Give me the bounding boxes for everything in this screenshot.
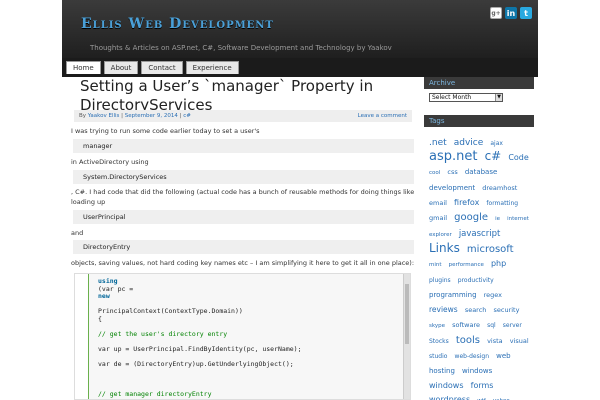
tag-link[interactable]: ie bbox=[495, 216, 500, 222]
scrollbar-thumb[interactable] bbox=[405, 284, 409, 344]
chevron-down-icon: ▼ bbox=[495, 94, 502, 101]
tag-link[interactable]: development bbox=[429, 184, 475, 192]
tag-link[interactable]: studio bbox=[429, 353, 447, 360]
nav-tab-contact[interactable]: Contact bbox=[141, 61, 183, 74]
tag-link[interactable]: programming bbox=[429, 291, 477, 299]
tag-link[interactable]: dreamhost bbox=[482, 184, 517, 192]
tag-link[interactable]: c# bbox=[485, 149, 502, 163]
tag-link[interactable]: web-design bbox=[455, 353, 489, 360]
nav-tab-about[interactable]: About bbox=[103, 61, 139, 74]
tag-link[interactable]: formatting bbox=[486, 200, 518, 207]
meta-by: By bbox=[79, 113, 87, 119]
tag-link[interactable]: firefox bbox=[454, 198, 479, 207]
tag-link[interactable]: Stocks bbox=[429, 338, 449, 345]
tag-link[interactable]: productivity bbox=[458, 277, 494, 284]
code-line: var de = (DirectoryEntry)up.GetUnderlyin… bbox=[98, 359, 294, 368]
tag-link[interactable]: vista bbox=[487, 337, 503, 345]
date-link[interactable]: September 9, 2014 bbox=[125, 110, 178, 122]
author-link[interactable]: Yaakov Ellis bbox=[88, 110, 120, 122]
tag-link[interactable]: mint bbox=[429, 262, 442, 268]
tag-link[interactable]: skype bbox=[429, 323, 445, 329]
inline-code: manager bbox=[73, 139, 414, 153]
tag-link[interactable]: email bbox=[429, 199, 447, 207]
tag-link[interactable]: regex bbox=[484, 291, 502, 299]
site-header: Ellis Web Development Thoughts & Article… bbox=[62, 0, 538, 58]
tag-link[interactable]: .net bbox=[429, 138, 447, 148]
tag-link[interactable]: microsoft bbox=[467, 244, 514, 255]
post-paragraph: loading up bbox=[71, 198, 106, 206]
tag-link[interactable]: Links bbox=[429, 241, 460, 255]
tags-heading: Tags bbox=[424, 115, 534, 127]
twitter-icon[interactable]: t bbox=[520, 7, 532, 19]
tag-link[interactable]: advice bbox=[454, 138, 484, 148]
archive-select-value: Select Month bbox=[432, 94, 472, 101]
tag-link[interactable]: software bbox=[452, 321, 480, 329]
code-scrollbar[interactable] bbox=[403, 274, 410, 399]
tag-link[interactable]: wordpress bbox=[429, 395, 470, 400]
category-link[interactable]: c# bbox=[183, 110, 191, 122]
tag-link[interactable]: google bbox=[454, 212, 488, 223]
tag-link[interactable]: internet bbox=[507, 216, 529, 222]
tag-link[interactable]: css bbox=[447, 168, 457, 176]
inline-code: DirectoryEntry bbox=[73, 240, 414, 254]
archive-heading: Archive bbox=[424, 77, 534, 89]
post-content: Setting a User’s `manager` Property in D… bbox=[66, 77, 416, 400]
tag-link[interactable]: hosting bbox=[429, 367, 455, 375]
post-paragraph: in ActiveDirectory using bbox=[71, 158, 149, 166]
social-links: g+ in t bbox=[490, 7, 532, 19]
code-comment: // get manager directoryEntry bbox=[98, 389, 212, 398]
post-paragraph: , C#. I had code that did the following … bbox=[71, 188, 415, 196]
post-meta: By Yaakov Ellis | September 9, 2014 | c#… bbox=[74, 110, 412, 122]
tag-link[interactable]: database bbox=[465, 168, 497, 176]
tag-link[interactable]: security bbox=[494, 306, 520, 314]
tag-link[interactable]: plugins bbox=[429, 277, 451, 284]
code-line: PrincipalContext(ContextType.Domain)) bbox=[98, 307, 243, 315]
code-block[interactable]: using (var pc = new PrincipalContext(Con… bbox=[74, 273, 411, 400]
site-tagline: Thoughts & Articles on ASP.net, C#, Soft… bbox=[90, 44, 392, 52]
tag-link[interactable]: performance bbox=[449, 262, 484, 268]
code-line: new bbox=[98, 292, 110, 300]
site-title[interactable]: Ellis Web Development bbox=[81, 16, 274, 32]
tag-link[interactable]: reviews bbox=[429, 305, 458, 314]
archive-select[interactable]: Select Month ▼ bbox=[429, 93, 503, 102]
leave-comment-link[interactable]: Leave a comment bbox=[358, 110, 407, 122]
tag-link[interactable]: search bbox=[465, 306, 487, 314]
tag-link[interactable]: server bbox=[503, 322, 522, 329]
inline-code: System.DirectoryServices bbox=[73, 170, 414, 184]
tag-link[interactable]: ajax bbox=[490, 140, 503, 147]
post-paragraph: I was trying to run some code earlier to… bbox=[71, 127, 260, 135]
code-line: var up = UserPrincipal.FindByIdentity(pc… bbox=[98, 344, 302, 353]
code-comment: // get the user's directory entry bbox=[98, 329, 228, 338]
code-gutter bbox=[75, 274, 89, 399]
tag-cloud: .net advice ajax asp.net c# Code cool cs… bbox=[424, 131, 534, 400]
tag-link[interactable]: web bbox=[496, 352, 510, 360]
post-paragraph: objects, saving values, not hard coding … bbox=[71, 259, 415, 267]
meta-separator: | bbox=[179, 113, 182, 119]
tag-link[interactable]: visual bbox=[510, 337, 529, 345]
tag-link[interactable]: explorer bbox=[429, 232, 452, 238]
tag-link[interactable]: javascript bbox=[459, 229, 501, 239]
code-line: { bbox=[98, 314, 102, 323]
nav-tab-experience[interactable]: Experience bbox=[185, 61, 239, 74]
inline-code: UserPrincipal bbox=[73, 210, 414, 224]
tag-link[interactable]: sql bbox=[487, 322, 496, 329]
tag-link[interactable]: Code bbox=[508, 153, 528, 162]
tag-link[interactable]: cool bbox=[429, 170, 440, 176]
sidebar: Archive Select Month ▼ Tags .net advice … bbox=[424, 77, 534, 400]
linkedin-icon[interactable]: in bbox=[505, 7, 517, 19]
post-paragraph: and bbox=[71, 229, 84, 237]
tag-link[interactable]: windows bbox=[429, 381, 464, 390]
tag-link[interactable]: asp.net bbox=[429, 149, 477, 164]
tag-link[interactable]: windows bbox=[462, 367, 492, 375]
code-text: using (var pc = new PrincipalContext(Con… bbox=[98, 277, 302, 398]
page: Ellis Web Development Thoughts & Article… bbox=[62, 0, 538, 400]
tag-link[interactable]: forms bbox=[471, 381, 494, 390]
meta-separator: | bbox=[121, 113, 124, 119]
main-nav: Home About Contact Experience bbox=[62, 58, 538, 74]
google-plus-icon[interactable]: g+ bbox=[490, 7, 502, 19]
tag-link[interactable]: php bbox=[491, 259, 506, 268]
tag-link[interactable]: gmail bbox=[429, 214, 447, 222]
tag-link[interactable]: tools bbox=[456, 335, 480, 346]
nav-tab-home[interactable]: Home bbox=[66, 61, 101, 74]
